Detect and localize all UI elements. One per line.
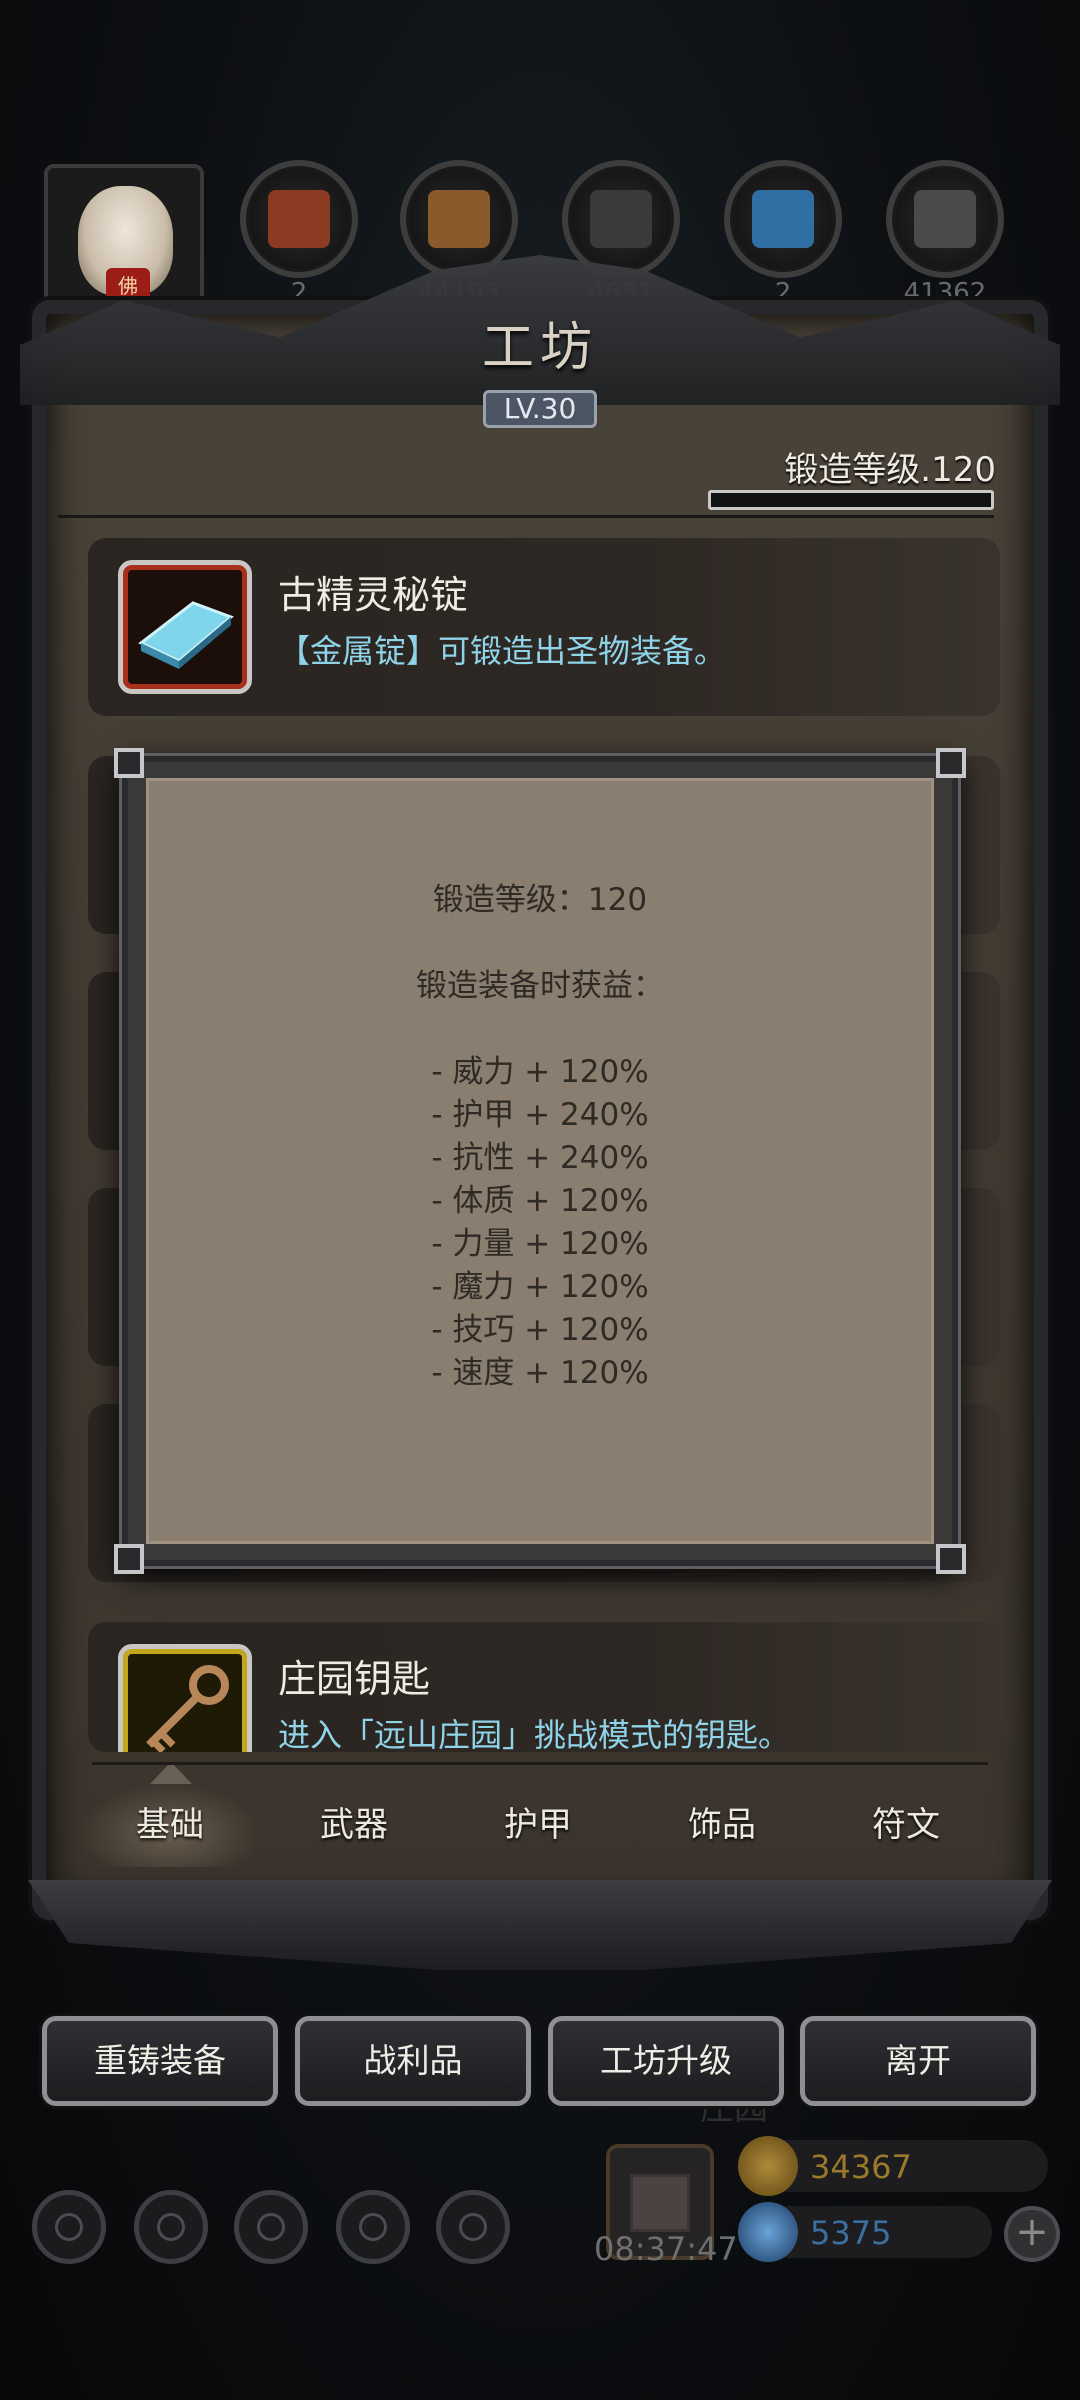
bonus-line: - 力量 + 120% — [431, 1226, 649, 1262]
tooltip-heading: 锻造等级：120 — [432, 882, 648, 918]
blue-crystal-icon[interactable] — [724, 160, 842, 278]
forge-level-tooltip: 锻造等级：120 锻造装备时获益： - 威力 + 120% - 护甲 + 240… — [114, 748, 966, 1574]
leave-button[interactable]: 离开 — [800, 2016, 1036, 2106]
item-name: 古精灵秘锭 — [278, 573, 469, 617]
forge-level-label: 锻造等级.120 — [784, 450, 996, 490]
codex-book-icon[interactable] — [234, 2190, 308, 2264]
mail-icon[interactable] — [336, 2190, 410, 2264]
level-badge: LV.30 — [483, 390, 597, 428]
bonus-line: - 技巧 + 120% — [431, 1312, 649, 1348]
list-item[interactable]: 古精灵秘锭 【金属锭】可锻造出圣物装备。 — [88, 538, 1000, 716]
bonus-line: - 速度 + 120% — [431, 1355, 649, 1391]
gift-timer: 08:37:47 — [594, 2230, 738, 2268]
corner-ornament — [114, 748, 144, 778]
gem-icon — [738, 2202, 798, 2262]
settings-gear-icon[interactable] — [32, 2190, 106, 2264]
page-title: 工坊 — [481, 318, 598, 378]
avatar-badge: 佛 — [106, 268, 150, 304]
tab-basic[interactable]: 基础 — [80, 1783, 260, 1867]
tab-armor[interactable]: 护甲 — [448, 1783, 628, 1867]
avatar[interactable]: 佛 — [44, 164, 204, 314]
category-tabs: 基础 武器 护甲 饰品 符文 — [80, 1762, 988, 1882]
corner-ornament — [936, 748, 966, 778]
gold-counter: 34367 — [738, 2136, 1048, 2196]
bonus-line: - 威力 + 120% — [431, 1054, 649, 1090]
shop-icon[interactable] — [436, 2190, 510, 2264]
tooltip-subheading: 锻造装备时获益： — [416, 968, 664, 1004]
bonus-line: - 护甲 + 240% — [431, 1097, 649, 1133]
tooltip-parchment: 锻造等级：120 锻造装备时获益： - 威力 + 120% - 护甲 + 240… — [146, 778, 934, 1544]
add-currency-button[interactable]: + — [1004, 2206, 1060, 2262]
tab-weapons[interactable]: 武器 — [264, 1783, 444, 1867]
loot-button[interactable]: 战利品 — [295, 2016, 531, 2106]
item-name: 庄园钥匙 — [278, 1657, 431, 1701]
iron-ingot-icon[interactable] — [886, 160, 1004, 278]
item-description: 进入「远山庄园」挑战模式的钥匙。 — [278, 1716, 791, 1752]
bonus-line: - 魔力 + 120% — [431, 1269, 649, 1305]
tab-accessories[interactable]: 饰品 — [632, 1783, 812, 1867]
gold-amount: 34367 — [810, 2148, 912, 2186]
achievement-star-icon[interactable] — [134, 2190, 208, 2264]
manor-key-icon — [118, 1644, 252, 1752]
tab-runes[interactable]: 符文 — [816, 1783, 996, 1867]
reforge-button[interactable]: 重铸装备 — [42, 2016, 278, 2106]
bonus-line: - 抗性 + 240% — [431, 1140, 649, 1176]
list-item[interactable]: 庄园钥匙 进入「远山庄园」挑战模式的钥匙。 — [88, 1622, 1000, 1752]
bonus-line: - 体质 + 120% — [431, 1183, 649, 1219]
corner-ornament — [114, 1544, 144, 1574]
gem-counter: 5375 — [738, 2202, 992, 2262]
gold-coin-icon — [738, 2136, 798, 2196]
black-ingot-icon[interactable] — [562, 160, 680, 278]
gem-amount: 5375 — [810, 2214, 892, 2252]
tooltip-content: 锻造等级：120 锻造装备时获益： - 威力 + 120% - 护甲 + 240… — [149, 879, 931, 1395]
item-description: 【金属锭】可锻造出圣物装备。 — [278, 632, 727, 670]
divider — [58, 515, 994, 518]
wood-plank-icon[interactable] — [400, 160, 518, 278]
red-ore-icon[interactable] — [240, 160, 358, 278]
corner-ornament — [936, 1544, 966, 1574]
forge-progress-bar — [708, 490, 994, 510]
upgrade-workshop-button[interactable]: 工坊升级 — [548, 2016, 784, 2106]
elven-ingot-icon — [118, 560, 252, 694]
